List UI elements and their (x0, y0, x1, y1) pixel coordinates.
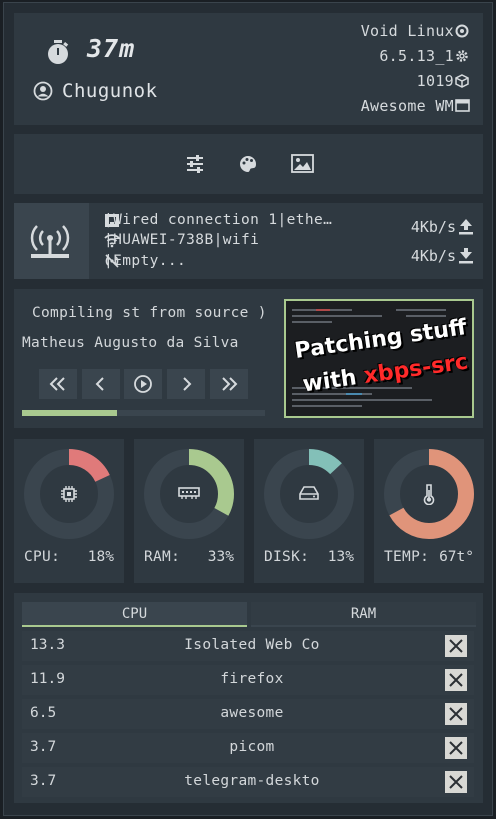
process-name: picom (229, 739, 275, 755)
image-icon[interactable] (291, 154, 314, 173)
username: Chugunok (62, 80, 158, 102)
process-name: firefox (220, 671, 284, 687)
process-usage: 3.7 (30, 773, 57, 789)
process-usage: 13.3 (30, 637, 65, 653)
stopwatch-icon (48, 40, 69, 64)
media-artist: Matheus Augusto da Silva (22, 335, 239, 351)
album-cover: Patching stuff with xbps-src (284, 299, 474, 418)
process-row: 11.9 firefox (22, 665, 474, 695)
kill-process-button[interactable] (445, 703, 467, 725)
gauge-label: CPU: (24, 549, 61, 565)
play-pause-button[interactable] (124, 369, 162, 399)
process-usage: 3.7 (30, 739, 57, 755)
gauge-value: 18% (87, 549, 114, 565)
separator: | (213, 232, 223, 248)
process-row: 3.7 picom (22, 733, 474, 763)
gauge-value: 33% (207, 549, 234, 565)
gauge-label: TEMP: (384, 549, 430, 565)
fast-forward-icon (222, 377, 238, 391)
close-icon (449, 707, 463, 721)
media-title: Compiling st from source ) (32, 305, 267, 321)
gauge-value: 67t° (439, 549, 474, 565)
upload-speed: 4Kb/s (410, 218, 456, 236)
process-usage: 6.5 (30, 705, 57, 721)
user-avatar-icon (33, 81, 53, 101)
cpu-gauge: CPU: 18% (14, 439, 124, 583)
disk-gauge: DISK: 13% (254, 439, 364, 583)
separator: | (104, 212, 114, 228)
gauge-label: RAM: (144, 549, 181, 565)
close-icon (449, 775, 463, 789)
connection-name: Empty... (113, 253, 187, 269)
gauge-label: DISK: (264, 549, 310, 565)
process-row: 3.7 telegram-deskto (22, 767, 474, 797)
previous-button[interactable] (82, 369, 120, 399)
memory-icon (178, 487, 200, 499)
media-progress-fill (22, 410, 117, 416)
kernel-version: 6.5.13_1 (379, 47, 454, 65)
process-row: 13.3 Isolated Web Co (22, 631, 474, 661)
next-button[interactable] (167, 369, 205, 399)
connection-type: wifi (222, 232, 260, 248)
connection-name: HUAWEI-738B (113, 232, 214, 248)
chevron-right-icon (183, 377, 192, 391)
uptime-value: 37m (87, 34, 136, 63)
thermometer-icon (423, 484, 435, 505)
cpu-icon (61, 486, 77, 502)
kill-process-button[interactable] (445, 737, 467, 759)
tab-cpu[interactable]: CPU (22, 602, 247, 627)
kill-process-button[interactable] (445, 635, 467, 657)
rewind-icon (49, 377, 65, 391)
chevron-left-icon (95, 377, 104, 391)
connection-type: ethe… (286, 212, 333, 228)
antenna-icon (30, 225, 70, 258)
download-arrow-icon (459, 248, 473, 264)
process-name: telegram-deskto (184, 773, 320, 789)
media-progress-bar[interactable] (22, 410, 265, 416)
close-icon (449, 639, 463, 653)
process-usage: 11.9 (30, 671, 65, 687)
ram-gauge: RAM: 33% (134, 439, 244, 583)
close-icon (449, 673, 463, 687)
window-manager: Awesome WM (360, 97, 454, 115)
window-icon (455, 99, 470, 112)
process-name: awesome (220, 705, 284, 721)
void-logo-icon (455, 24, 469, 38)
package-count: 1019 (416, 72, 454, 90)
separator: | (277, 212, 287, 228)
tab-ram[interactable]: RAM (251, 602, 476, 627)
package-box-icon (455, 74, 469, 88)
kill-process-button[interactable] (445, 771, 467, 793)
palette-icon[interactable] (238, 154, 258, 174)
gear-icon (456, 50, 468, 62)
kill-process-button[interactable] (445, 669, 467, 691)
separator: | (104, 253, 114, 269)
separator: | (104, 232, 114, 248)
disk-icon (299, 486, 319, 500)
network-connection-3: |Empty... (104, 253, 186, 269)
process-row: 6.5 awesome (22, 699, 474, 729)
settings-sliders-icon[interactable] (185, 154, 205, 174)
rewind-button[interactable] (39, 369, 77, 399)
network-connection-2: |HUAWEI-738B|wifi (104, 232, 259, 248)
os-name: Void Linux (360, 22, 454, 40)
temp-gauge: TEMP: 67t° (374, 439, 484, 583)
upload-arrow-icon (459, 219, 473, 235)
close-icon (449, 741, 463, 755)
process-name: Isolated Web Co (184, 637, 320, 653)
play-circle-icon (134, 375, 152, 393)
network-connection-1: |Wired connection 1|ethe… (104, 212, 332, 228)
download-speed: 4Kb/s (410, 247, 456, 265)
fast-forward-button[interactable] (210, 369, 248, 399)
gauge-value: 13% (327, 549, 354, 565)
connection-name: Wired connection 1 (113, 212, 278, 228)
